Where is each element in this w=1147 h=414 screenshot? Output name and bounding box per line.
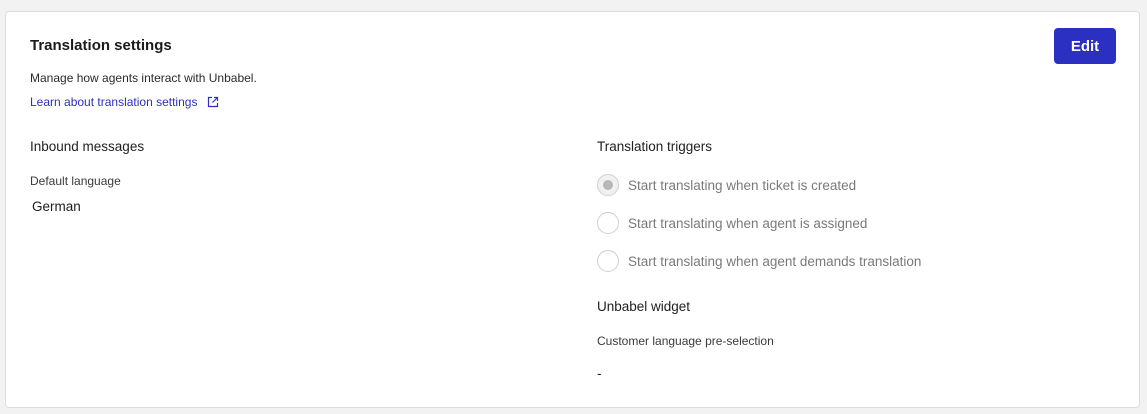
radio-dot <box>603 180 613 190</box>
default-language-label: Default language <box>30 174 121 188</box>
inbound-messages-title: Inbound messages <box>30 139 145 154</box>
trigger-option-agent-assigned[interactable]: Start translating when agent is assigned <box>597 212 867 234</box>
settings-description: Manage how agents interact with Unbabel. <box>30 71 257 85</box>
external-link-icon <box>207 96 219 108</box>
preselection-value: - <box>597 366 602 381</box>
translation-settings-card: Translation settings Edit Manage how age… <box>5 11 1140 408</box>
radio-button[interactable] <box>597 212 619 234</box>
radio-button[interactable] <box>597 250 619 272</box>
trigger-option-agent-demands[interactable]: Start translating when agent demands tra… <box>597 250 921 272</box>
page-title: Translation settings <box>30 37 172 54</box>
radio-button-checked[interactable] <box>597 174 619 196</box>
learn-link-label: Learn about translation settings <box>30 95 198 109</box>
default-language-value: German <box>32 199 81 214</box>
learn-about-settings-link[interactable]: Learn about translation settings <box>30 95 219 109</box>
trigger-option-label: Start translating when agent demands tra… <box>628 253 922 269</box>
trigger-option-ticket-created[interactable]: Start translating when ticket is created <box>597 174 856 196</box>
preselection-label: Customer language pre-selection <box>597 334 774 348</box>
trigger-option-label: Start translating when agent is assigned <box>628 215 868 231</box>
edit-button[interactable]: Edit <box>1054 28 1116 64</box>
trigger-option-label: Start translating when ticket is created <box>628 177 857 193</box>
translation-triggers-title: Translation triggers <box>597 139 713 154</box>
unbabel-widget-title: Unbabel widget <box>597 299 691 314</box>
